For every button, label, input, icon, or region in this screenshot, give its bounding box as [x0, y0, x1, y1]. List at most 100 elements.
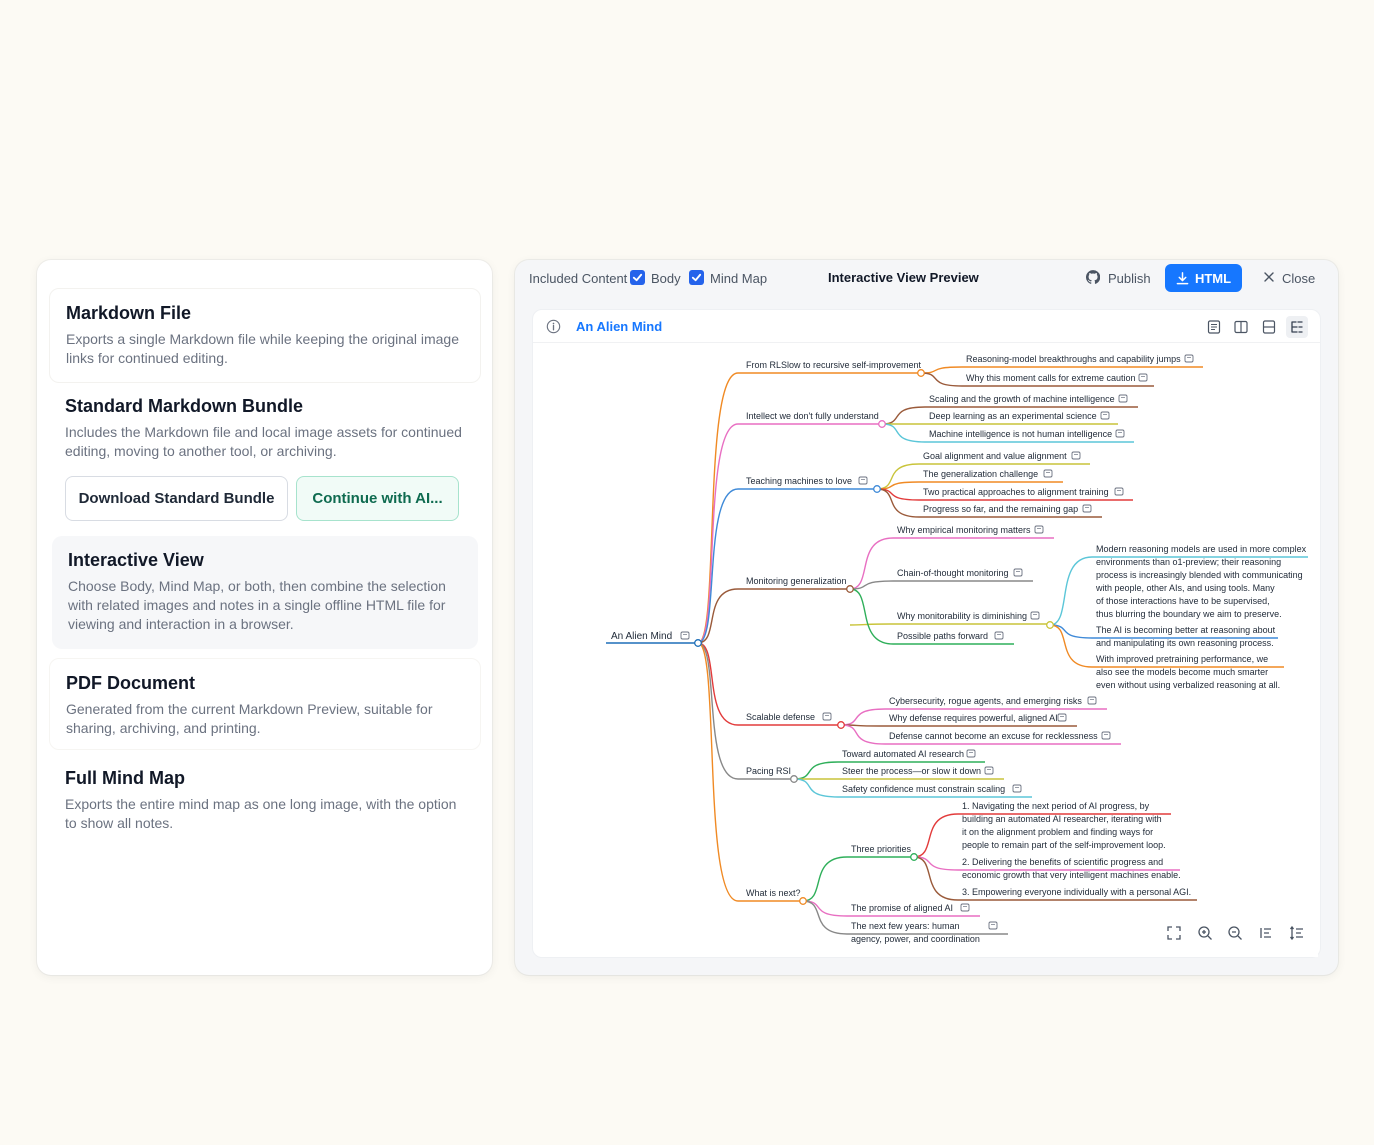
- note-icon[interactable]: [1012, 784, 1022, 793]
- option-full-mind-map[interactable]: Full Mind Map Exports the entire mind ma…: [49, 754, 481, 836]
- note-icon[interactable]: [1101, 731, 1111, 740]
- note-icon[interactable]: [1118, 394, 1128, 403]
- body-view-icon[interactable]: [1203, 316, 1225, 338]
- mind-map-node-label[interactable]: Toward automated AI research: [842, 749, 964, 759]
- mind-map-node-label[interactable]: 2. Delivering the benefits of scientific…: [962, 857, 1181, 880]
- mind-map-node-label[interactable]: Goal alignment and value alignment: [923, 451, 1067, 461]
- note-icon[interactable]: [1138, 373, 1148, 382]
- expand-all-icon[interactable]: [1285, 921, 1309, 945]
- mind-map-node-label[interactable]: Scaling and the growth of machine intell…: [929, 394, 1115, 404]
- note-icon[interactable]: [1100, 411, 1110, 420]
- mind-map-node-label[interactable]: Pacing RSI: [746, 766, 791, 776]
- note-icon[interactable]: [1013, 568, 1023, 577]
- github-icon[interactable]: [1085, 270, 1101, 287]
- mind-map-node-label[interactable]: Deep learning as an experimental science: [929, 411, 1097, 421]
- note-icon[interactable]: [966, 749, 976, 758]
- note-icon[interactable]: [994, 631, 1004, 640]
- mind-map-checkbox[interactable]: [689, 270, 704, 285]
- node-toggle[interactable]: [837, 721, 845, 729]
- note-icon[interactable]: [1071, 451, 1081, 460]
- note-icon[interactable]: [858, 476, 868, 485]
- mind-map-node-label[interactable]: 3. Empowering everyone individually with…: [962, 887, 1191, 897]
- node-toggle[interactable]: [799, 897, 807, 905]
- check-icon: [632, 273, 643, 282]
- body-checkbox[interactable]: [630, 270, 645, 285]
- mind-map-node-label[interactable]: Intellect we don't fully understand: [746, 411, 879, 421]
- mind-map-node-label[interactable]: Monitoring generalization: [746, 576, 847, 586]
- node-toggle[interactable]: [917, 369, 925, 377]
- note-icon[interactable]: [1043, 469, 1053, 478]
- mind-map-node-label[interactable]: Two practical approaches to alignment tr…: [923, 487, 1109, 497]
- mind-map-node-label[interactable]: Cybersecurity, rogue agents, and emergin…: [889, 696, 1082, 706]
- mind-map-node-label[interactable]: 1. Navigating the next period of AI prog…: [962, 801, 1166, 850]
- collapse-all-icon[interactable]: [1254, 921, 1278, 945]
- mind-map-node-label[interactable]: Why this moment calls for extreme cautio…: [966, 373, 1136, 383]
- note-icon[interactable]: [822, 712, 832, 721]
- mind-map-node-label[interactable]: Reasoning-model breakthroughs and capabi…: [966, 354, 1181, 364]
- mind-map-node-label[interactable]: Machine intelligence is not human intell…: [929, 429, 1112, 439]
- note-icon[interactable]: [1030, 611, 1040, 620]
- mind-map-node-label[interactable]: From RLSlow to recursive self-improvemen…: [746, 360, 922, 370]
- close-icon[interactable]: [1263, 271, 1275, 286]
- mind-map-node-label[interactable]: Defense cannot become an excuse for reck…: [889, 731, 1098, 741]
- node-toggle[interactable]: [873, 485, 881, 493]
- node-toggle[interactable]: [790, 775, 798, 783]
- note-icon[interactable]: [1087, 696, 1097, 705]
- option-markdown-file[interactable]: Markdown File Exports a single Markdown …: [49, 288, 481, 383]
- mind-map-node-label[interactable]: The AI is becoming better at reasoning a…: [1096, 625, 1276, 648]
- option-interactive-view[interactable]: Interactive View Choose Body, Mind Map, …: [52, 536, 478, 649]
- mind-map-view-icon[interactable]: [1286, 316, 1308, 338]
- mind-map-toolbar: [1153, 909, 1318, 957]
- mind-map-node-label[interactable]: Scalable defense: [746, 712, 815, 722]
- mind-map-node-label[interactable]: Progress so far, and the remaining gap: [923, 504, 1078, 514]
- mind-map-node-label[interactable]: Chain-of-thought monitoring: [897, 568, 1009, 578]
- mind-map-node-label[interactable]: Teaching machines to love: [746, 476, 852, 486]
- mind-map-node-label[interactable]: The generalization challenge: [923, 469, 1038, 479]
- publish-button[interactable]: Publish: [1108, 271, 1151, 286]
- option-standard-bundle[interactable]: Standard Markdown Bundle Includes the Ma…: [49, 382, 481, 532]
- mind-map-node-label[interactable]: Steer the process—or slow it down: [842, 766, 981, 776]
- node-toggle[interactable]: [694, 639, 702, 647]
- close-button[interactable]: Close: [1282, 271, 1315, 286]
- mind-map-node-label[interactable]: What is next?: [746, 888, 801, 898]
- note-icon[interactable]: [988, 921, 998, 930]
- note-icon[interactable]: [960, 903, 970, 912]
- note-icon[interactable]: [1114, 487, 1124, 496]
- option-pdf-document[interactable]: PDF Document Generated from the current …: [49, 658, 481, 750]
- mind-map-node-label[interactable]: An Alien Mind: [611, 631, 672, 642]
- download-standard-bundle-button[interactable]: Download Standard Bundle: [65, 476, 288, 521]
- mind-map-node-label[interactable]: Three priorities: [851, 844, 912, 854]
- node-toggle[interactable]: [846, 585, 854, 593]
- mind-map-node-label[interactable]: Why empirical monitoring matters: [897, 525, 1031, 535]
- continue-with-ai-button[interactable]: Continue with AI...: [296, 476, 459, 521]
- node-toggle[interactable]: [1046, 621, 1054, 629]
- mind-map-node-label[interactable]: Possible paths forward: [897, 631, 988, 641]
- option-description: Includes the Markdown file and local ima…: [65, 424, 462, 459]
- fullscreen-icon[interactable]: [1162, 921, 1186, 945]
- mind-map-node-label[interactable]: Safety confidence must constrain scaling: [842, 784, 1005, 794]
- mind-map-canvas[interactable]: An Alien Mind From RLSlow to recursive se…: [533, 310, 1320, 957]
- info-icon[interactable]: [546, 319, 561, 339]
- node-toggle[interactable]: [878, 420, 886, 428]
- node-toggle[interactable]: [910, 853, 918, 861]
- mind-map-node-label[interactable]: Why monitorability is diminishing: [897, 611, 1027, 621]
- mind-map-node-label[interactable]: Why defense requires powerful, aligned A…: [889, 713, 1058, 723]
- note-icon[interactable]: [1057, 713, 1067, 722]
- mind-map-node-label[interactable]: The next few years: human agency, power, …: [851, 921, 980, 944]
- zoom-in-icon[interactable]: [1193, 921, 1217, 945]
- note-icon[interactable]: [1082, 504, 1092, 513]
- html-export-button[interactable]: HTML: [1165, 264, 1242, 292]
- split-view-icon[interactable]: [1230, 316, 1252, 338]
- note-icon[interactable]: [680, 631, 690, 640]
- option-description: Exports a single Markdown file while kee…: [66, 331, 459, 366]
- note-icon[interactable]: [1184, 354, 1194, 363]
- note-icon[interactable]: [984, 766, 994, 775]
- stacked-view-icon[interactable]: [1258, 316, 1280, 338]
- zoom-out-icon[interactable]: [1223, 921, 1247, 945]
- note-icon[interactable]: [1034, 525, 1044, 534]
- note-icon[interactable]: [1115, 429, 1125, 438]
- mind-map-branch: [849, 623, 894, 626]
- mind-map-node-label[interactable]: With improved pretraining performance, w…: [1096, 654, 1280, 690]
- mind-map-node-label[interactable]: Modern reasoning models are used in more…: [1095, 544, 1307, 619]
- mind-map-node-label[interactable]: The promise of aligned AI: [851, 903, 953, 913]
